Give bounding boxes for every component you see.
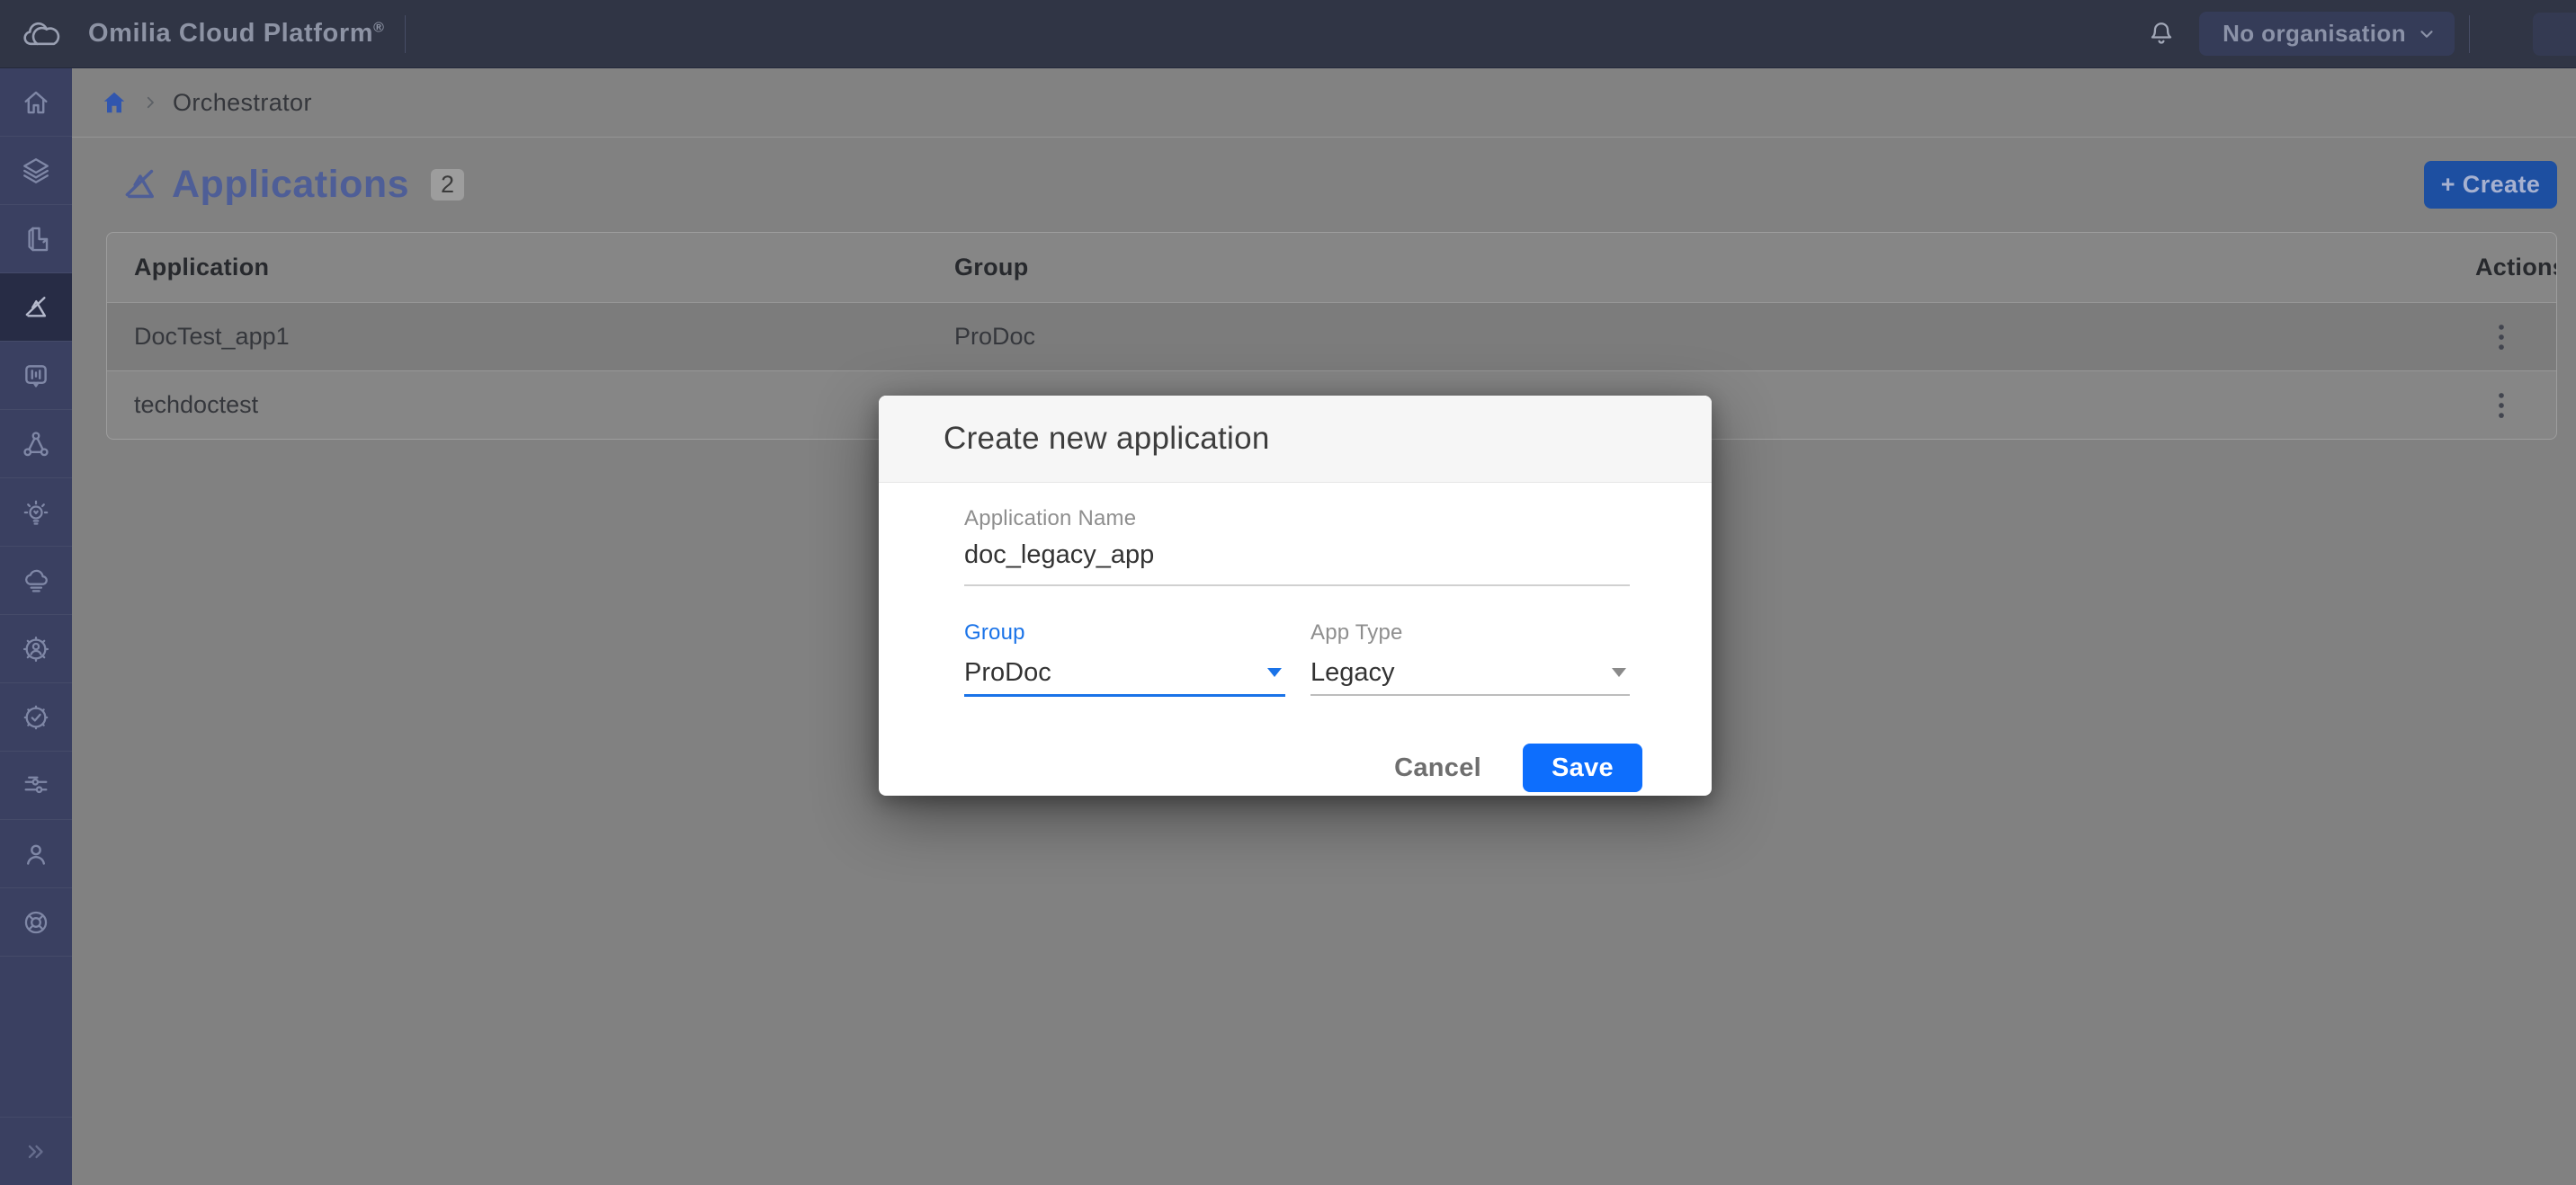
page-header: Applications 2 + Create (72, 138, 2576, 232)
sidebar-item-layers[interactable] (0, 137, 72, 205)
create-application-dialog: Create new application Application Name … (879, 396, 1712, 796)
app-type-label: App Type (1310, 620, 1630, 646)
cloud-icon (21, 566, 51, 596)
double-chevron-right-icon (24, 1140, 48, 1163)
save-button[interactable]: Save (1523, 744, 1642, 792)
input-underline (964, 694, 1285, 697)
sidebar-spacer (0, 957, 72, 1117)
column-header-actions: Actions (2475, 254, 2529, 281)
count-badge: 2 (431, 169, 464, 200)
sidebar (0, 68, 72, 1185)
organisation-selector-label: No organisation (2223, 20, 2406, 48)
bell-icon[interactable] (2147, 19, 2176, 49)
brand-logo[interactable]: Omilia Cloud Platform® (0, 18, 385, 50)
topbar-edge-button[interactable] (2533, 13, 2576, 56)
users-icon (21, 839, 51, 869)
application-name-label: Application Name (964, 506, 1630, 531)
organisation-selector[interactable]: No organisation (2199, 12, 2455, 56)
layers-icon (21, 156, 51, 186)
input-underline (964, 584, 1630, 586)
chevron-right-icon (142, 94, 158, 111)
sidebar-item-blocks[interactable] (0, 205, 72, 273)
sidebar-item-cloud[interactable] (0, 547, 72, 615)
group-value: ProDoc (964, 658, 1051, 688)
application-name-field[interactable]: Application Name doc_legacy_app (964, 506, 1630, 586)
group-label: Group (964, 620, 1285, 646)
group-select[interactable]: Group ProDoc (964, 620, 1285, 697)
app-type-value: Legacy (1310, 658, 1395, 688)
breadcrumb: Orchestrator (72, 68, 2576, 138)
sidebar-item-users[interactable] (0, 820, 72, 888)
cloud-logo-icon (20, 18, 67, 50)
create-button[interactable]: + Create (2424, 161, 2557, 209)
column-header-application: Application (134, 254, 954, 281)
admin-settings-icon (21, 634, 51, 664)
input-underline (1310, 694, 1630, 696)
blocks-icon (21, 224, 51, 254)
dropdown-arrow-icon (1267, 668, 1282, 677)
home-icon (21, 87, 51, 118)
pipelines-icon (21, 771, 51, 801)
sidebar-item-support[interactable] (0, 888, 72, 957)
cell-application: DocTest_app1 (134, 323, 954, 351)
dialogs-icon (21, 361, 51, 391)
sidebar-item-insights[interactable] (0, 478, 72, 547)
topbar: Omilia Cloud Platform® No organisation (0, 0, 2576, 68)
quality-icon (21, 702, 51, 733)
sidebar-item-applications[interactable] (0, 273, 72, 342)
dialog-header: Create new application (879, 396, 1712, 483)
brand-title: Omilia Cloud Platform® (88, 19, 385, 49)
breadcrumb-current[interactable]: Orchestrator (173, 89, 312, 117)
support-icon (21, 907, 51, 938)
kebab-menu-icon[interactable] (2497, 322, 2508, 352)
applications-icon (119, 164, 161, 206)
application-name-value: doc_legacy_app (964, 540, 1630, 570)
app-type-select[interactable]: App Type Legacy (1310, 620, 1630, 697)
topbar-divider (405, 15, 406, 53)
dialog-title: Create new application (944, 421, 1270, 457)
cell-application: techdoctest (134, 391, 954, 419)
sidebar-item-dialogs[interactable] (0, 342, 72, 410)
topbar-divider (2469, 15, 2470, 53)
table-header-row: Application Group Actions (107, 233, 2556, 302)
cancel-button[interactable]: Cancel (1382, 744, 1494, 792)
cell-group: ProDoc (954, 323, 2475, 351)
kebab-menu-icon[interactable] (2497, 390, 2508, 421)
chevron-down-icon (2417, 24, 2437, 44)
home-icon[interactable] (101, 89, 128, 116)
applications-icon (21, 292, 51, 323)
dialog-body: Application Name doc_legacy_app Group Pr… (879, 483, 1712, 792)
page-title: Applications (172, 163, 409, 207)
dropdown-arrow-icon (1612, 668, 1626, 677)
dialog-actions: Cancel Save (964, 744, 1642, 792)
sidebar-item-home[interactable] (0, 68, 72, 137)
sidebar-item-admin-settings[interactable] (0, 615, 72, 683)
sidebar-item-network[interactable] (0, 410, 72, 478)
column-header-group: Group (954, 254, 2475, 281)
network-icon (21, 429, 51, 459)
sidebar-collapse-toggle[interactable] (0, 1117, 72, 1185)
sidebar-item-pipelines[interactable] (0, 752, 72, 820)
insights-icon (21, 497, 51, 528)
table-row[interactable]: DocTest_app1 ProDoc (107, 302, 2556, 370)
sidebar-item-quality[interactable] (0, 683, 72, 752)
